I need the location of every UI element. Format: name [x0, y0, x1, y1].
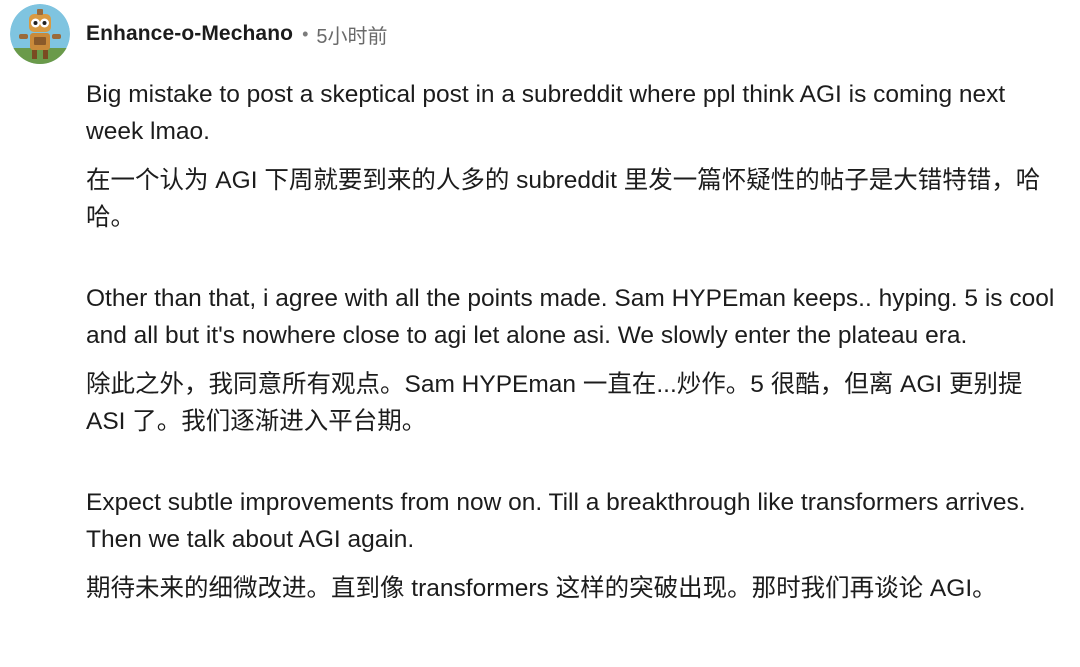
paragraph-3-en: Expect subtle improvements from now on. …: [86, 489, 1026, 553]
robot-avatar-icon: [10, 4, 70, 64]
separator-dot: •: [302, 23, 309, 44]
comment-body: Big mistake to post a skeptical post in …: [86, 76, 1056, 607]
timestamp[interactable]: 5小时前: [316, 20, 387, 49]
paragraph-1-zh: 在一个认为 AGI 下周就要到来的人多的 subreddit 里发一篇怀疑性的帖…: [86, 167, 1041, 231]
comment: Enhance-o-Mechano • 5小时前 Big mistake to …: [0, 0, 1080, 667]
paragraph-3-zh: 期待未来的细微改进。直到像 transformers 这样的突破出现。那时我们再…: [86, 575, 997, 602]
paragraph-1-en: Big mistake to post a skeptical post in …: [86, 81, 1006, 145]
author-name[interactable]: Enhance-o-Mechano: [86, 22, 293, 46]
avatar[interactable]: [10, 4, 70, 64]
paragraph-2-en: Other than that, i agree with all the po…: [86, 285, 1055, 349]
paragraph-2-zh: 除此之外，我同意所有观点。Sam HYPEman 一直在...炒作。5 很酷，但…: [86, 371, 1023, 435]
comment-header: Enhance-o-Mechano • 5小时前: [10, 4, 388, 64]
